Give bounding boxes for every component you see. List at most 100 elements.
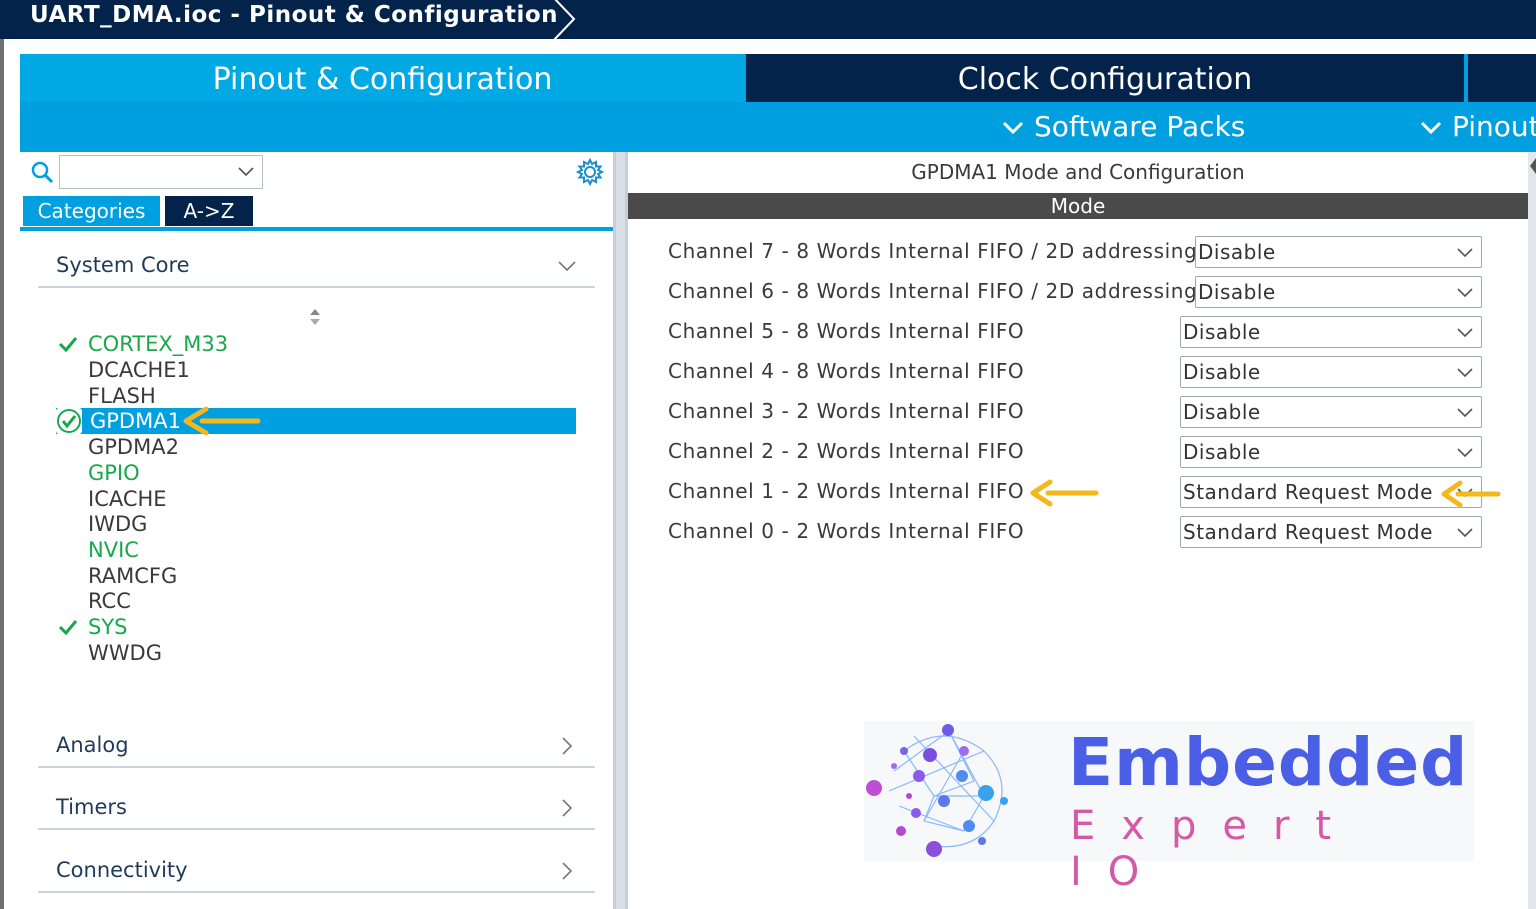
peripheral-wwdg[interactable]: WWDG xyxy=(56,640,576,666)
tab-clock-configuration[interactable]: Clock Configuration xyxy=(746,54,1464,102)
chevron-down-icon xyxy=(1457,248,1473,258)
software-packs-label: Software Packs xyxy=(1034,110,1246,143)
category-label: Analog xyxy=(56,733,129,757)
gear-icon[interactable] xyxy=(576,158,604,186)
panel-title: GPDMA1 Mode and Configuration xyxy=(911,160,1245,184)
breadcrumb-chevron-icon xyxy=(551,0,576,43)
select-value: Disable xyxy=(1183,360,1261,384)
pinout-menu[interactable]: Pinout xyxy=(1420,110,1536,143)
channel-1-select[interactable]: Standard Request Mode xyxy=(1180,476,1482,508)
category-label: Timers xyxy=(56,795,127,819)
breadcrumb[interactable]: UART_DMA.ioc - Pinout & Configuration xyxy=(30,2,558,28)
peripheral-flash[interactable]: FLASH xyxy=(56,383,576,409)
channel-0-select[interactable]: Standard Request Mode xyxy=(1180,516,1482,548)
az-view-button[interactable]: A->Z xyxy=(165,196,253,226)
channel-label: Channel 7 - 8 Words Internal FIFO / 2D a… xyxy=(668,239,1198,263)
peripheral-iwdg[interactable]: IWDG xyxy=(56,511,576,537)
mode-section-header[interactable]: Mode xyxy=(628,193,1528,219)
channel-6-select[interactable]: Disable xyxy=(1195,276,1482,308)
search-combobox[interactable] xyxy=(59,155,263,189)
chevron-down-icon xyxy=(1002,121,1024,134)
chevron-down-icon xyxy=(1457,528,1473,538)
peripheral-icache[interactable]: ICACHE xyxy=(56,486,576,512)
select-value: Disable xyxy=(1198,240,1276,264)
channel-label: Channel 6 - 8 Words Internal FIFO / 2D a… xyxy=(668,279,1198,303)
annotation-arrow-icon xyxy=(183,406,261,436)
checkmark-icon xyxy=(58,620,78,636)
checkmark-badge xyxy=(56,408,82,434)
pinout-menu-label: Pinout xyxy=(1452,110,1536,143)
peripheral-name: RAMCFG xyxy=(88,564,178,588)
peripheral-sys[interactable]: SYS xyxy=(56,614,576,640)
channel-4-select[interactable]: Disable xyxy=(1180,356,1482,388)
channel-3-select[interactable]: Disable xyxy=(1180,396,1482,428)
peripheral-name: CORTEX_M33 xyxy=(88,332,229,356)
channel-label: Channel 5 - 8 Words Internal FIFO xyxy=(668,319,1025,343)
annotation-arrow-icon xyxy=(1441,480,1501,508)
channel-5-select[interactable]: Disable xyxy=(1180,316,1482,348)
logo-tagline: Expert IO xyxy=(1070,803,1358,895)
peripheral-dcache1[interactable]: DCACHE1 xyxy=(56,357,576,383)
peripheral-gpdma1[interactable]: GPDMA1 xyxy=(56,408,576,434)
network-brain-logo-icon xyxy=(866,724,1008,857)
peripheral-name: FLASH xyxy=(88,384,156,408)
splitter-grip[interactable] xyxy=(616,152,625,909)
peripheral-name: ICACHE xyxy=(88,487,167,511)
chevron-down-icon xyxy=(1420,121,1442,134)
channel-label: Channel 1 - 2 Words Internal FIFO xyxy=(668,479,1025,503)
main-tabs: Pinout & Configuration Clock Configurati… xyxy=(20,54,1536,152)
peripheral-ramcfg[interactable]: RAMCFG xyxy=(56,563,576,589)
channel-6-row: Channel 6 - 8 Words Internal FIFO / 2D a… xyxy=(668,276,1488,308)
category-analog[interactable]: Analog xyxy=(38,730,595,768)
chevron-down-icon xyxy=(1457,368,1473,378)
tab-pinout-configuration[interactable]: Pinout & Configuration xyxy=(20,54,745,102)
panel-scrollbar[interactable] xyxy=(1528,152,1536,909)
channel-2-row: Channel 2 - 2 Words Internal FIFO Disabl… xyxy=(668,436,1488,468)
peripheral-name: NVIC xyxy=(88,538,139,562)
channel-label: Channel 3 - 2 Words Internal FIFO xyxy=(668,399,1025,423)
peripheral-gpdma2[interactable]: GPDMA2 xyxy=(56,434,576,460)
peripheral-name: IWDG xyxy=(88,512,148,536)
title-bar: UART_DMA.ioc - Pinout & Configuration xyxy=(0,0,1536,43)
channel-label: Channel 2 - 2 Words Internal FIFO xyxy=(668,439,1025,463)
collapse-arrow-icon[interactable] xyxy=(1530,158,1536,174)
channel-7-select[interactable]: Disable xyxy=(1195,236,1482,268)
peripheral-cortex-m33[interactable]: CORTEX_M33 xyxy=(56,331,576,357)
peripheral-name: GPDMA2 xyxy=(88,435,179,459)
chevron-right-icon xyxy=(562,737,573,755)
annotation-arrow-icon xyxy=(1030,479,1099,507)
select-value: Disable xyxy=(1183,440,1261,464)
select-value: Disable xyxy=(1183,320,1261,344)
peripheral-name: DCACHE1 xyxy=(88,358,190,382)
panel-splitter[interactable] xyxy=(613,152,628,909)
category-system-core[interactable]: System Core xyxy=(38,250,595,288)
peripheral-gpio[interactable]: GPIO xyxy=(56,460,576,486)
peripheral-rcc[interactable]: RCC xyxy=(56,588,576,614)
logo-wordmark: Embedded xyxy=(1068,724,1469,801)
select-value: Standard Request Mode xyxy=(1183,520,1433,544)
chevron-down-icon xyxy=(1457,328,1473,338)
channel-label: Channel 4 - 8 Words Internal FIFO xyxy=(668,359,1025,383)
component-tree-panel: Categories A->Z System Core CORTEX_M33 D… xyxy=(20,152,613,909)
software-packs-menu[interactable]: Software Packs xyxy=(1002,110,1245,143)
sort-icon[interactable] xyxy=(307,306,323,328)
chevron-right-icon xyxy=(562,799,573,817)
peripheral-name: RCC xyxy=(88,589,131,613)
tab-overflow[interactable] xyxy=(1468,54,1536,102)
search-icon[interactable] xyxy=(30,160,54,184)
peripheral-name: GPIO xyxy=(88,461,140,485)
category-label: System Core xyxy=(56,253,190,277)
channel-2-select[interactable]: Disable xyxy=(1180,436,1482,468)
category-label: Connectivity xyxy=(56,858,188,882)
category-timers[interactable]: Timers xyxy=(38,792,595,830)
peripheral-name: SYS xyxy=(88,615,128,639)
select-value: Disable xyxy=(1183,400,1261,424)
checkmark-icon xyxy=(58,337,78,353)
chevron-down-icon[interactable] xyxy=(238,166,254,178)
chevron-down-icon xyxy=(1457,408,1473,418)
view-underline xyxy=(20,227,613,231)
peripheral-nvic[interactable]: NVIC xyxy=(56,537,576,563)
category-connectivity[interactable]: Connectivity xyxy=(38,855,595,893)
categories-view-button[interactable]: Categories xyxy=(23,196,160,226)
chevron-down-icon xyxy=(1457,288,1473,298)
